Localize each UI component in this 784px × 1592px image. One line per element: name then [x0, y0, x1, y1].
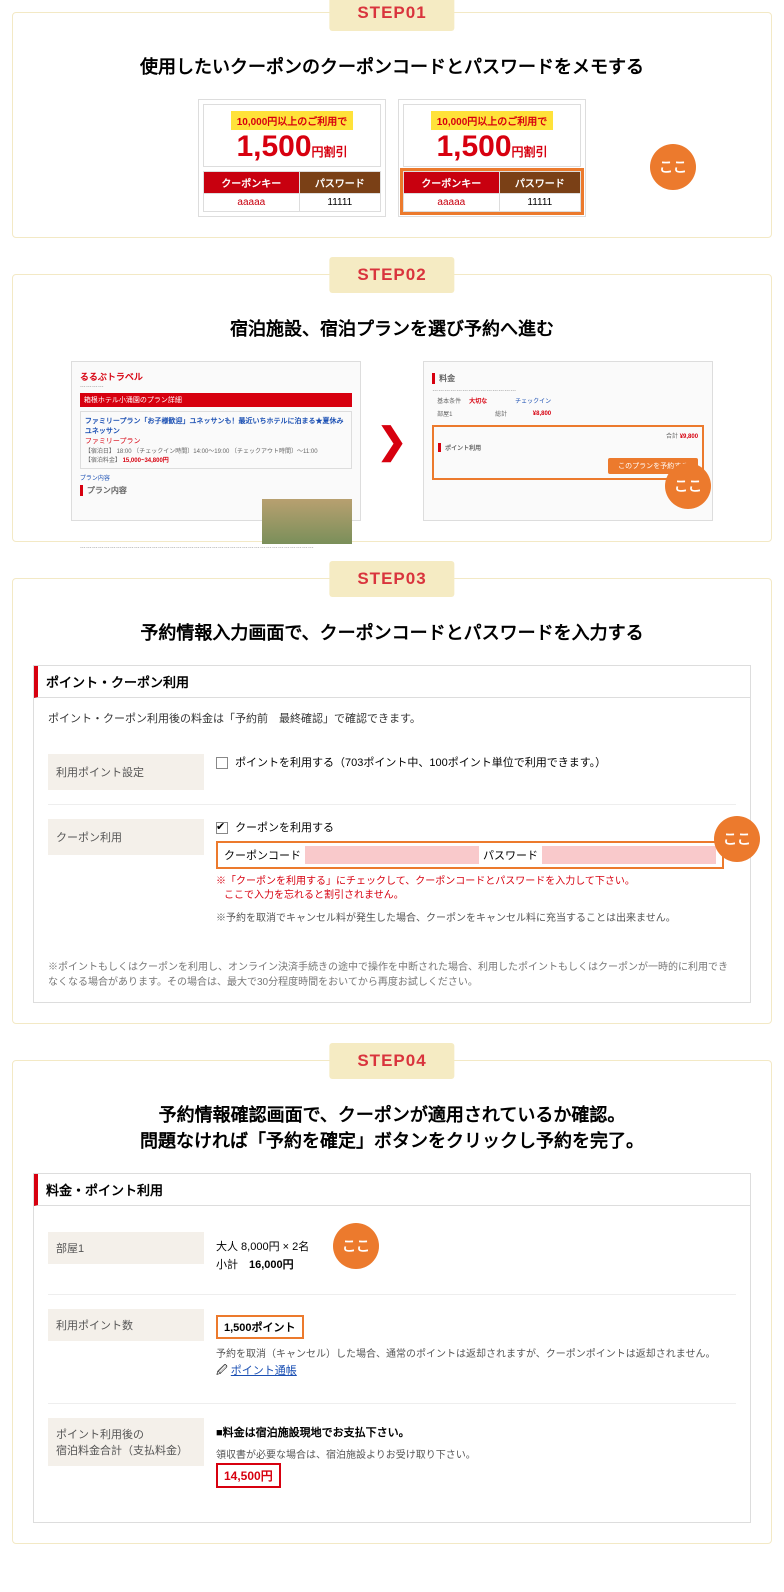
koko-badge: ここ [650, 144, 696, 190]
step3-card: STEP03 予約情報入力画面で、クーポンコードとパスワードを入力する ポイント… [12, 578, 772, 1024]
room-label: 部屋1 [48, 1232, 204, 1264]
step3-panel: ポイント・クーポン利用 ポイント・クーポン利用後の料金は「予約前 最終確認」で確… [33, 665, 751, 1003]
subtotal-label: 小計 [216, 1259, 238, 1271]
koko-badge: ここ [714, 816, 760, 862]
subtotal-value: 16,000円 [249, 1259, 294, 1271]
cancel-note: ※予約を取消でキャンセル料が発生した場合、クーポンをキャンセル料に充当することは… [216, 909, 724, 924]
coupon-warning2: ここで入力を忘れると割引されません。 [216, 889, 724, 903]
points-label: 利用ポイント数 [48, 1309, 204, 1341]
coupon-checkbox[interactable] [216, 822, 228, 834]
plan-title: ファミリープラン「お子様歓迎」ユネッサンも！最近いちホテルに泊まる★夏休みユネッ… [85, 416, 347, 436]
coupon-pw-header: パスワード [499, 172, 580, 194]
step4-title: 予約情報確認画面で、クーポンが適用されているか確認。 問題なければ「予約を確定」… [33, 1101, 751, 1153]
step1-tab: STEP01 [329, 0, 454, 31]
coupon-amount: 1,500 [236, 130, 311, 163]
step1-coupon-row: 10,000円以上のご利用で 1,500円割引 クーポンキーパスワード aaaa… [33, 99, 751, 217]
step1-title: 使用したいクーポンのクーポンコードとパスワードをメモする [33, 53, 751, 79]
total-sub: 領収書が必要な場合は、宿泊施設よりお受け取り下さい。 [216, 1446, 724, 1461]
step4-tab: STEP04 [329, 1043, 454, 1079]
plan-detail-header: プラン内容 [80, 485, 352, 496]
coupon-label: クーポン利用 [48, 819, 204, 855]
row-coupon: クーポン利用 クーポンを利用する クーポンコード パスワード ※「クーポンを利用… [48, 805, 736, 938]
checkout: 〔チェックアウト時間〕～11:00 [231, 449, 318, 455]
price-summary: 基本条件大切なチェックイン 部屋1総計¥8,800 [432, 393, 556, 421]
step3-tab: STEP03 [329, 561, 454, 597]
step2-card: STEP02 宿泊施設、宿泊プランを選び予約へ進む るるぶトラベル ………… 箱… [12, 274, 772, 542]
coupon-pw-header: パスワード [299, 172, 380, 194]
panel-note: ポイント・クーポン利用後の料金は「予約前 最終確認」で確認できます。 [48, 710, 736, 726]
total-label: ポイント利用後の 宿泊料金合計（支払料金） [48, 1418, 204, 1466]
hotel-image [262, 499, 352, 544]
row-points-used: 利用ポイント数 1,500ポイント 予約を取消（キャンセル）した場合、通常のポイ… [48, 1295, 736, 1404]
coupon-input-group: クーポンコード パスワード [216, 841, 724, 869]
step2-shots: るるぶトラベル ………… 箱根ホテル小涌園のプラン詳細 ファミリープラン「お子様… [33, 361, 751, 521]
coupon-condition: 10,000円以上のご利用で [231, 111, 354, 130]
coupon-pw-value: 11111 [299, 194, 380, 212]
step3-title: 予約情報入力画面で、クーポンコードとパスワードを入力する [33, 619, 751, 645]
coupon-pw-value: 11111 [499, 194, 580, 212]
coupon-unit: 円割引 [512, 145, 548, 159]
points-note: 予約を取消（キャンセル）した場合、通常のポイントは返却されますが、クーポンポイン… [216, 1345, 724, 1360]
step1-card: STEP01 使用したいクーポンのクーポンコードとパスワードをメモする 10,0… [12, 12, 772, 238]
row-room: 部屋1 大人 8,000円 × 2名 小計 16,000円 [48, 1218, 736, 1295]
points-link[interactable]: ポイント通帳 [231, 1365, 297, 1377]
plan-link: プラン内容 [80, 473, 352, 482]
coupon-key-value: aaaaa [204, 194, 300, 212]
step2-tab: STEP02 [329, 257, 454, 293]
panel-header: 料金・ポイント利用 [34, 1174, 750, 1206]
koko-badge: ここ [665, 463, 711, 509]
step4-card: STEP04 予約情報確認画面で、クーポンが適用されているか確認。 問題なければ… [12, 1060, 772, 1544]
row-point-setting: 利用ポイント設定 ポイントを利用する（703ポイント中、100ポイント単位で利用… [48, 740, 736, 805]
coupon-pw-input[interactable] [542, 846, 716, 864]
step4-panel: 料金・ポイント利用 部屋1 大人 8,000円 × 2名 小計 16,000円 … [33, 1173, 751, 1523]
panel-header: ポイント・クーポン利用 [34, 666, 750, 698]
coupon-key-header: クーポンキー [404, 172, 500, 194]
price-label: 【宿泊料金】 [85, 458, 121, 464]
coupon-use-text: クーポンを利用する [235, 822, 334, 834]
arrow-icon: ❯ [377, 420, 407, 462]
coupon-code-input[interactable] [305, 846, 479, 864]
row-total: ポイント利用後の 宿泊料金合計（支払料金） ■料金は宿泊施設現地でお支払下さい。… [48, 1404, 736, 1510]
points-section: ポイント利用 [438, 443, 698, 452]
screenshot-plan-list: るるぶトラベル ………… 箱根ホテル小涌園のプラン詳細 ファミリープラン「お子様… [71, 361, 361, 521]
koko-badge: ここ [333, 1223, 379, 1269]
coupon-key-value: aaaaa [404, 194, 500, 212]
site-logo: るるぶトラベル [80, 370, 352, 383]
coupon-key-header: クーポンキー [204, 172, 300, 194]
coupon-card-right: 10,000円以上のご利用で 1,500円割引 クーポンキーパスワード aaaa… [398, 99, 586, 217]
panel-footer: ※ポイントもしくはクーポンを利用し、オンライン決済手続きの途中で操作を中断された… [34, 950, 750, 1002]
total-msg: ■料金は宿泊施設現地でお支払下さい。 [216, 1427, 410, 1439]
plan-subtitle: ファミリープラン [85, 436, 347, 446]
coupon-code-label: クーポンコード [224, 847, 301, 863]
point-text: ポイントを利用する（703ポイント中、100ポイント単位で利用できます。） [235, 757, 606, 769]
room-line1: 大人 8,000円 × 2名 [216, 1238, 724, 1254]
coupon-warning1: ※「クーポンを利用する」にチェックして、クーポンコードとパスワードを入力して下さ… [216, 875, 724, 889]
points-value-box: 1,500ポイント [216, 1315, 304, 1339]
coupon-amount: 1,500 [436, 130, 511, 163]
coupon-condition: 10,000円以上のご利用で [431, 111, 554, 130]
total-price: 14,500円 [216, 1463, 281, 1488]
coupon-unit: 円割引 [312, 145, 348, 159]
page-heading-bar: 箱根ホテル小涌園のプラン詳細 [80, 393, 352, 407]
plan-price: 15,000~34,800円 [123, 458, 169, 464]
price-header: 料金 [432, 373, 704, 384]
link-icon: 🖉 [216, 1365, 228, 1377]
coupon-pw-label: パスワード [483, 847, 538, 863]
step2-title: 宿泊施設、宿泊プランを選び予約へ進む [33, 315, 751, 341]
coupon-card-left: 10,000円以上のご利用で 1,500円割引 クーポンキーパスワード aaaa… [198, 99, 386, 217]
point-label: 利用ポイント設定 [48, 754, 204, 790]
point-checkbox[interactable] [216, 757, 228, 769]
